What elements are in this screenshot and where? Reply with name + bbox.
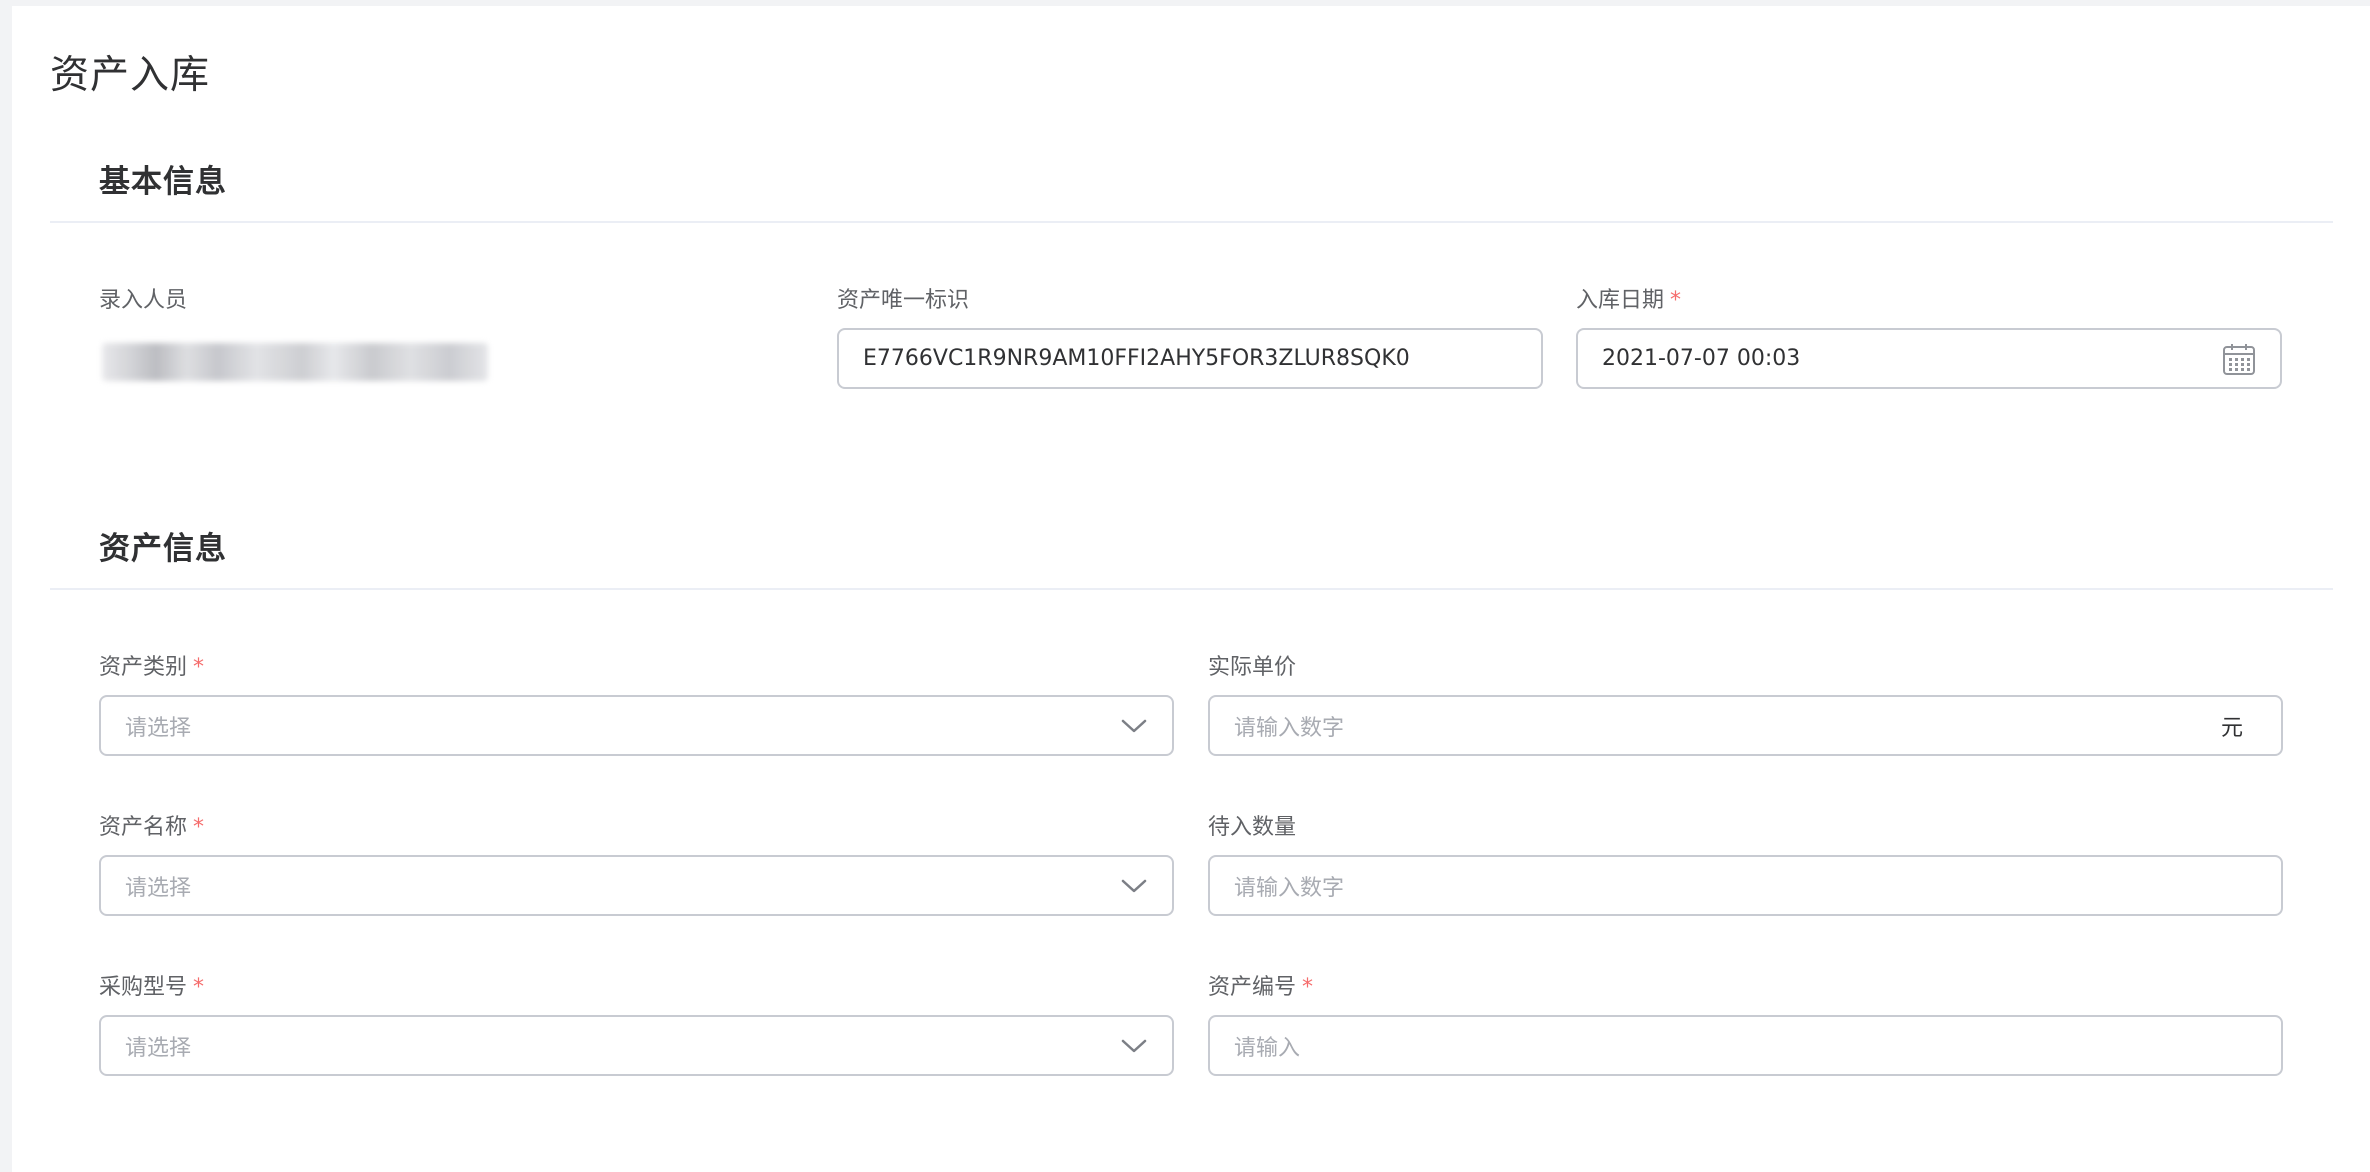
section-title-asset-info: 资产信息 xyxy=(99,531,227,567)
entry-person-label: 录入人员 xyxy=(99,288,188,313)
asset-number-placeholder: 请输入 xyxy=(1234,1035,1301,1061)
chevron-down-icon xyxy=(1120,877,1148,895)
asset-number-label: 资产编号 * xyxy=(1208,975,1314,1000)
pending-quantity-input[interactable]: 请输入数字 xyxy=(1208,855,2283,916)
actual-unit-price-input[interactable]: 请输入数字 元 xyxy=(1208,695,2283,756)
actual-unit-price-label: 实际单价 xyxy=(1208,655,1297,680)
asset-name-placeholder: 请选择 xyxy=(125,875,192,901)
pending-quantity-label: 待入数量 xyxy=(1208,815,1297,840)
required-mark: * xyxy=(1670,288,1682,313)
asset-uid-value: E7766VC1R9NR9AM10FFI2AHY5FOR3ZLUR8SQK0 xyxy=(863,346,1410,371)
page-title: 资产入库 xyxy=(50,53,211,98)
asset-category-placeholder: 请选择 xyxy=(125,715,192,741)
asset-category-select[interactable]: 请选择 xyxy=(99,695,1174,756)
asset-uid-input[interactable]: E7766VC1R9NR9AM10FFI2AHY5FOR3ZLUR8SQK0 xyxy=(837,328,1543,389)
required-mark: * xyxy=(193,815,205,840)
purchase-model-placeholder: 请选择 xyxy=(125,1035,192,1061)
pending-quantity-placeholder: 请输入数字 xyxy=(1234,875,1345,901)
actual-unit-price-placeholder: 请输入数字 xyxy=(1234,715,1345,741)
asset-uid-label: 资产唯一标识 xyxy=(837,288,970,313)
required-mark: * xyxy=(193,975,205,1000)
asset-inbound-page: 资产入库 基本信息 录入人员 资产唯一标识 E7766VC1R9NR9AM10F… xyxy=(12,6,2370,1172)
chevron-down-icon xyxy=(1120,717,1148,735)
asset-category-label: 资产类别 * xyxy=(99,655,205,680)
purchase-model-label: 采购型号 * xyxy=(99,975,205,1000)
entry-date-value: 2021-07-07 00:03 xyxy=(1602,346,1801,371)
currency-suffix: 元 xyxy=(2220,715,2243,741)
required-mark: * xyxy=(193,655,205,680)
section-divider xyxy=(50,588,2333,590)
entry-date-picker[interactable]: 2021-07-07 00:03 xyxy=(1576,328,2282,389)
entry-date-label: 入库日期 * xyxy=(1576,288,1682,313)
asset-name-select[interactable]: 请选择 xyxy=(99,855,1174,916)
entry-person-value-redacted xyxy=(102,343,488,381)
asset-name-label: 资产名称 * xyxy=(99,815,205,840)
purchase-model-select[interactable]: 请选择 xyxy=(99,1015,1174,1076)
calendar-icon[interactable] xyxy=(2222,342,2256,376)
section-divider xyxy=(50,221,2333,223)
required-mark: * xyxy=(1302,975,1314,1000)
chevron-down-icon xyxy=(1120,1037,1148,1055)
asset-number-input[interactable]: 请输入 xyxy=(1208,1015,2283,1076)
section-title-basic-info: 基本信息 xyxy=(99,164,227,200)
